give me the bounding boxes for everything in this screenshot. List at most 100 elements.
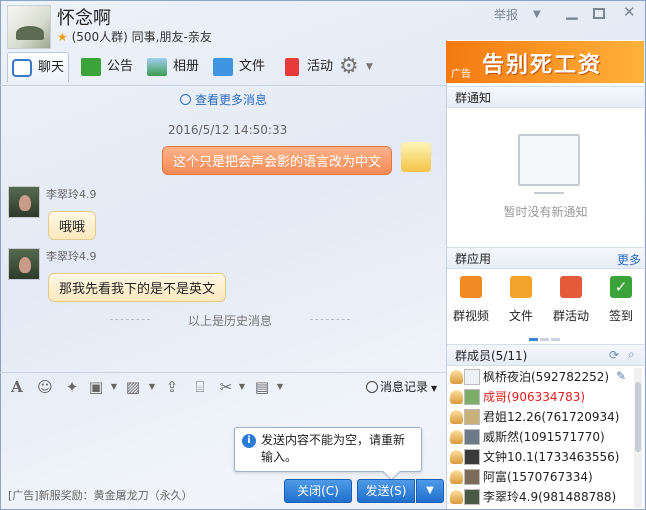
chevron-down-icon[interactable]: ▼ [272, 379, 288, 395]
avatar [464, 409, 480, 425]
chevron-down-icon[interactable]: ▼ [106, 379, 122, 395]
member-item[interactable]: 君姐12.26(761720934) [450, 407, 630, 427]
member-name: 君姐12.26(761720934) [483, 410, 620, 424]
send-options-button[interactable]: ▼ [416, 479, 444, 503]
avatar[interactable] [8, 186, 40, 218]
notice-header: 群通知 [447, 86, 644, 108]
chevron-down-icon: ▼ [431, 384, 438, 393]
close-icon[interactable]: ✕ [623, 3, 636, 21]
user-icon [450, 430, 463, 444]
notice-board-icon [518, 134, 580, 194]
chevron-down-icon: ▼ [366, 62, 373, 72]
my-avatar[interactable] [401, 142, 431, 172]
app-group-activity[interactable]: 群活动 [551, 276, 591, 324]
chevron-down-icon[interactable]: ▼ [234, 379, 250, 395]
tab-album-label: 相册 [173, 59, 200, 74]
chevron-down-icon: ▼ [426, 485, 434, 496]
tab-announcement-label: 公告 [107, 59, 134, 74]
avatar[interactable] [8, 248, 40, 280]
history-divider: 以上是历史消息 [110, 312, 350, 329]
minimize-icon[interactable]: ▁ [566, 2, 578, 20]
tab-activity-label: 活动 [307, 59, 334, 74]
avatar [464, 489, 480, 505]
chevron-down-icon[interactable]: ▼ [144, 379, 160, 395]
member-item[interactable]: 枫桥夜泊(592782252) [450, 367, 630, 387]
tab-activity[interactable]: 活动 [277, 52, 337, 82]
apps-pager[interactable] [529, 330, 562, 344]
member-item[interactable]: 威斯然(1091571770) [450, 427, 630, 447]
clock-icon [366, 381, 378, 393]
tab-files-label: 文件 [239, 59, 266, 74]
ad-link[interactable]: [广告]新服奖励：黄金屠龙刀（永久） [8, 487, 193, 503]
member-item[interactable]: 成哥(906334783) [450, 387, 630, 407]
gift-icon[interactable]: ⌸ [192, 379, 208, 395]
more-icon[interactable]: ▤ [254, 379, 270, 395]
tab-album[interactable]: 相册 [143, 52, 203, 82]
ad-label: 广告 [451, 69, 471, 80]
maximize-icon[interactable] [593, 8, 605, 19]
refresh-icon[interactable]: ⟳ [609, 348, 619, 362]
chevron-down-icon[interactable]: ▼ [533, 9, 541, 20]
app-label: 文件 [508, 309, 533, 323]
magic-icon[interactable]: ✦ [64, 379, 80, 395]
message-record-button[interactable]: 消息记录 ▼ [366, 378, 437, 395]
user-icon [450, 410, 463, 424]
app-files[interactable]: 文件 [501, 276, 541, 324]
send-button[interactable]: 发送(S) [357, 479, 415, 503]
member-name: 枫桥夜泊(592782252) [483, 370, 610, 384]
emoji-icon[interactable]: ☺ [37, 379, 53, 395]
tab-chat[interactable]: 聊天 [7, 52, 69, 82]
members-scrollbar[interactable] [634, 368, 642, 508]
gear-icon: ⚙ [339, 54, 359, 79]
member-name: 阿富(1570767334) [483, 470, 593, 484]
apps-more-link[interactable]: 更多 [617, 251, 641, 268]
search-icon[interactable]: ⌕ [628, 347, 635, 362]
group-avatar[interactable] [7, 5, 51, 49]
my-message-bubble[interactable]: 这个只是把会声会影的语言改为中文 [162, 146, 393, 175]
ad-banner[interactable]: 广告 告别死工资 [446, 41, 644, 83]
tab-chat-label: 聊天 [38, 60, 65, 75]
report-button[interactable]: 举报 [494, 6, 518, 23]
image-icon[interactable]: ▨ [125, 379, 141, 395]
app-label: 签到 [608, 309, 633, 323]
settings-button[interactable]: ⚙ ▼ [337, 52, 379, 82]
member-item[interactable]: 文钟10.1(1733463556) [450, 447, 630, 467]
scissors-icon[interactable]: ✂ [218, 379, 234, 395]
flag-icon [560, 276, 582, 298]
app-group-video[interactable]: 群视频 [451, 276, 491, 324]
avatar [464, 389, 480, 405]
member-name: 李翠玲4.9(981488788) [483, 490, 617, 504]
group-info: ★ (500人群) 同事,朋友-亲友 [57, 28, 212, 45]
member-item[interactable]: 李翠玲4.9(981488788) [450, 487, 630, 507]
avatar [464, 449, 480, 465]
scrollbar-thumb[interactable] [635, 382, 641, 452]
tab-files[interactable]: 文件 [209, 52, 269, 82]
app-label: 群视频 [452, 309, 489, 323]
font-icon[interactable]: A [9, 379, 25, 395]
no-notice-text: 暂时没有新通知 [503, 205, 588, 219]
app-label: 群活动 [552, 309, 589, 323]
edit-icon[interactable]: ✎ [616, 369, 626, 383]
message-bubble[interactable]: 哦哦 [48, 211, 97, 240]
chat-icon [12, 59, 32, 77]
avatar [464, 469, 480, 485]
app-checkin[interactable]: ✓ 签到 [601, 276, 641, 324]
view-more-link[interactable]: 查看更多消息 [180, 91, 267, 108]
folder-icon [510, 276, 532, 298]
flag-icon [285, 58, 299, 76]
message-record-label: 消息记录 [380, 380, 429, 394]
folder-icon [213, 58, 233, 76]
user-icon [450, 470, 463, 484]
ad-banner-text: 告别死工资 [482, 53, 603, 78]
clock-icon [180, 94, 191, 105]
message-bubble[interactable]: 那我先看我下的是不是英文 [48, 273, 227, 302]
close-button[interactable]: 关闭(C) [284, 479, 352, 503]
sticker-icon[interactable]: ▣ [88, 379, 104, 395]
tooltip-text: 发送内容不能为空，请重新输入。 [261, 433, 406, 464]
view-more-label: 查看更多消息 [195, 93, 268, 107]
members-title: 群成员(5/11) [455, 349, 528, 363]
member-item[interactable]: 阿富(1570767334) [450, 467, 630, 487]
tab-announcement[interactable]: 公告 [77, 52, 137, 82]
member-name: 成哥(906334783) [483, 390, 586, 404]
upload-icon[interactable]: ⇪ [164, 379, 180, 395]
